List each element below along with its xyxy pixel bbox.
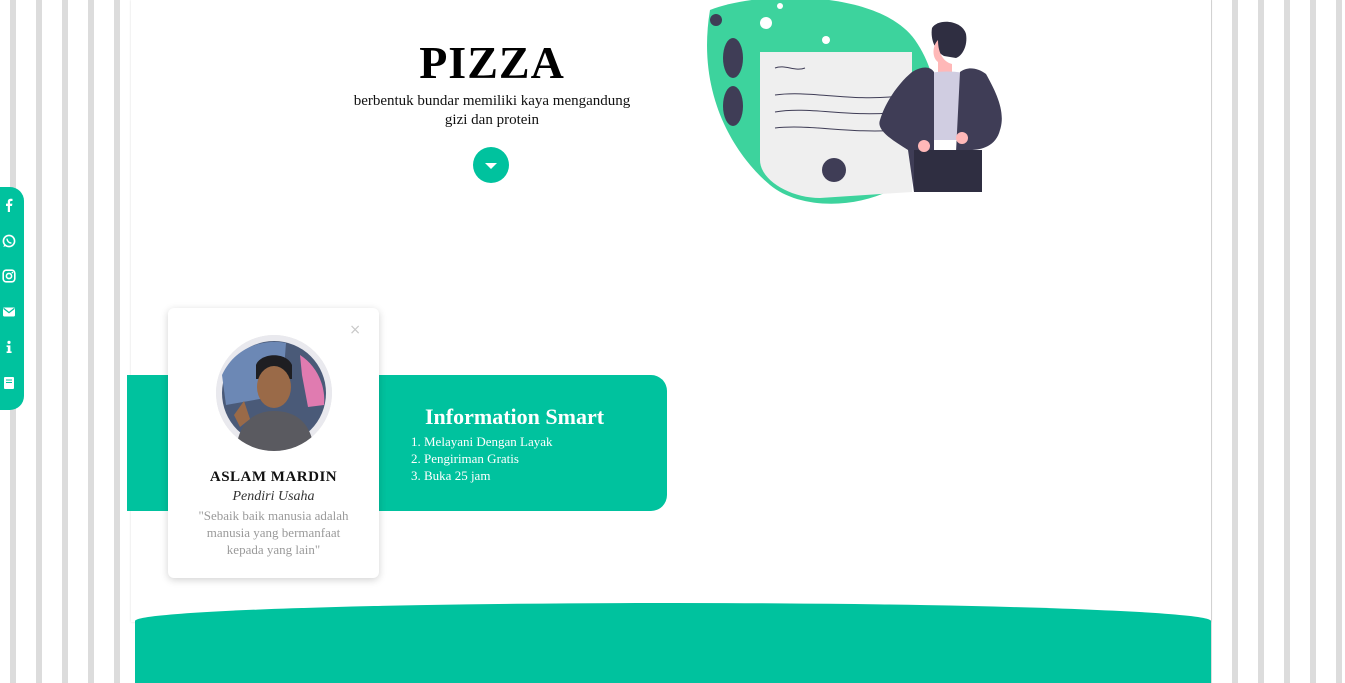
profile-role: Pendiri Usaha (232, 489, 315, 504)
instagram-icon[interactable] (2, 269, 16, 283)
hero-subtitle-line2: gizi dan protein (444, 112, 540, 128)
info-list-item: 2. Pengiriman Gratis (411, 451, 519, 466)
info-list: 1. Melayani Dengan Layak 2. Pengiriman G… (411, 433, 553, 484)
mail-icon[interactable] (2, 305, 16, 319)
hero-subtitle-line1: berbentuk bundar memiliki kaya mengandun… (353, 93, 631, 109)
presentation-illustration (707, 0, 1002, 204)
chevron-down-icon (485, 163, 497, 169)
whatsapp-icon[interactable] (2, 234, 16, 248)
facebook-icon[interactable] (2, 198, 16, 212)
profile-card: × ASLAM MARDIN Pendiri Usaha "Sebaik bai… (168, 308, 379, 578)
hero-title: PIZZA (419, 37, 565, 88)
profile-name: ASLAM MARDIN (209, 469, 338, 485)
info-list-item: 3. Buka 25 jam (411, 468, 491, 483)
close-icon[interactable]: × (349, 322, 361, 338)
social-sidebar (0, 187, 24, 410)
info-list-item: 1. Melayani Dengan Layak (411, 434, 553, 449)
info-title: Information Smart (425, 404, 605, 429)
hero-subtitle: berbentuk bundar memiliki kaya mengandun… (337, 92, 647, 130)
book-icon[interactable] (2, 376, 16, 390)
footer-wave (135, 603, 1211, 683)
info-icon[interactable] (2, 340, 16, 354)
profile-quote: "Sebaik baik manusia adalah manusia yang… (198, 508, 349, 557)
avatar-photo (216, 335, 332, 451)
scroll-down-button[interactable] (473, 147, 509, 183)
avatar (216, 335, 332, 451)
